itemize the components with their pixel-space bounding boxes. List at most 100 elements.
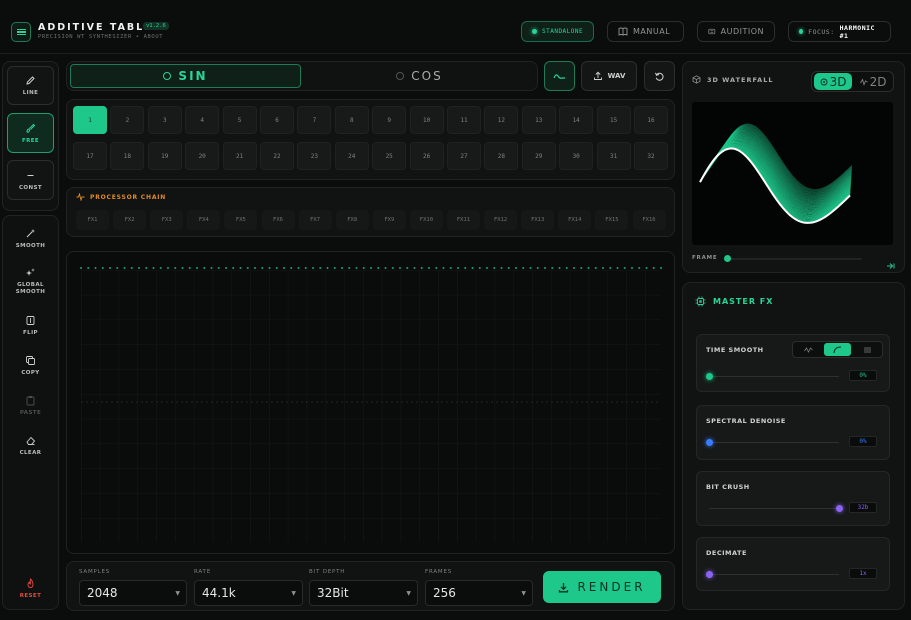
curve-steps-button[interactable] [855, 343, 880, 356]
waveform-editor[interactable] [66, 251, 675, 554]
harmonic-button-18[interactable]: 18 [110, 142, 145, 170]
undo-button[interactable] [644, 61, 675, 91]
export-wav-button[interactable]: WAV [581, 61, 637, 91]
waveform-preview-button[interactable] [544, 61, 575, 91]
wave-point[interactable] [333, 267, 336, 269]
wave-point[interactable] [544, 267, 546, 269]
wave-point[interactable] [587, 267, 590, 269]
wave-point[interactable] [87, 267, 90, 269]
fx-slot[interactable]: FX7 [298, 210, 332, 230]
harmonic-button-13[interactable]: 13 [521, 106, 556, 134]
wave-point[interactable] [536, 267, 539, 269]
wave-point[interactable] [507, 267, 510, 269]
spectral-denoise-handle[interactable] [706, 439, 713, 446]
harmonic-button-19[interactable]: 19 [147, 142, 182, 170]
fx-slot[interactable]: FX10 [409, 210, 443, 230]
wave-point[interactable] [515, 267, 517, 269]
wave-point[interactable] [268, 267, 271, 269]
fx-slot[interactable]: FX1 [76, 210, 109, 230]
fx-slot[interactable]: FX9 [372, 210, 406, 230]
wave-point[interactable] [239, 267, 242, 269]
wave-point[interactable] [254, 267, 256, 269]
wave-point[interactable] [217, 267, 220, 269]
wave-point[interactable] [420, 267, 423, 269]
wave-point[interactable] [290, 267, 293, 269]
wave-point[interactable] [275, 267, 278, 269]
harmonic-button-4[interactable]: 4 [185, 106, 220, 134]
wave-point[interactable] [341, 267, 343, 269]
reset-button[interactable]: RESET [7, 576, 54, 600]
wave-point[interactable] [471, 267, 474, 269]
wave-point[interactable] [123, 267, 126, 269]
decimate-handle[interactable] [706, 571, 713, 578]
wave-point[interactable] [319, 267, 322, 269]
render-button[interactable]: RENDER [543, 571, 661, 603]
view-3d-button[interactable]: 3D [814, 73, 852, 90]
wave-point[interactable] [246, 267, 249, 269]
waterfall-view[interactable] [692, 102, 893, 245]
wave-sin-option[interactable]: SIN [70, 64, 301, 88]
wave-point[interactable] [232, 267, 235, 269]
wave-point[interactable] [399, 267, 401, 269]
wave-point[interactable] [580, 267, 583, 269]
harmonic-button-16[interactable]: 16 [634, 106, 668, 134]
wave-point[interactable] [645, 267, 648, 269]
decimate-slider[interactable] [709, 574, 839, 575]
harmonic-button-24[interactable]: 24 [334, 142, 369, 170]
samples-select[interactable]: 2048 ▼ [79, 580, 187, 606]
wave-point[interactable] [558, 267, 561, 269]
harmonic-button-12[interactable]: 12 [484, 106, 519, 134]
wave-point[interactable] [529, 267, 532, 269]
fx-slot[interactable]: FX14 [558, 210, 592, 230]
wave-point[interactable] [145, 267, 148, 269]
bit-depth-select[interactable]: 32Bit ▼ [309, 580, 418, 606]
wave-point[interactable] [261, 267, 264, 269]
wave-point[interactable] [660, 267, 662, 269]
wave-point[interactable] [616, 267, 619, 269]
curve-smooth-button[interactable] [824, 343, 851, 356]
fx-slot[interactable]: FX3 [150, 210, 184, 230]
harmonic-button-29[interactable]: 29 [521, 142, 556, 170]
view-2d-button[interactable]: 2D [855, 73, 891, 90]
harmonic-button-6[interactable]: 6 [260, 106, 294, 134]
harmonic-button-7[interactable]: 7 [297, 106, 332, 134]
harmonic-button-23[interactable]: 23 [297, 142, 332, 170]
harmonic-button-3[interactable]: 3 [147, 106, 182, 134]
wave-point[interactable] [362, 267, 365, 269]
wave-point[interactable] [109, 267, 111, 269]
wave-point[interactable] [435, 267, 438, 269]
wave-point[interactable] [101, 267, 104, 269]
wave-point[interactable] [283, 267, 285, 269]
standalone-button[interactable]: STANDALONE [521, 21, 595, 42]
harmonic-button-20[interactable]: 20 [185, 142, 220, 170]
harmonic-button-26[interactable]: 26 [409, 142, 444, 170]
fx-slot[interactable]: FX6 [261, 210, 295, 230]
wave-point[interactable] [406, 267, 409, 269]
wave-point[interactable] [638, 267, 641, 269]
wave-point[interactable] [377, 267, 380, 269]
wave-point[interactable] [152, 267, 155, 269]
action-flip[interactable]: FLIP [7, 312, 54, 338]
wave-point[interactable] [478, 267, 481, 269]
app-subtitle[interactable]: PRECISION WT SYNTHESIZER • ABOUT [38, 34, 163, 40]
wave-point[interactable] [94, 267, 97, 269]
waterfall-canvas[interactable] [692, 102, 893, 245]
fx-slot[interactable]: FX5 [224, 210, 258, 230]
wave-point[interactable] [80, 267, 82, 269]
wave-point[interactable] [384, 267, 387, 269]
harmonic-button-8[interactable]: 8 [334, 106, 369, 134]
wave-point[interactable] [326, 267, 329, 269]
tool-const[interactable]: CONST [7, 160, 54, 200]
fx-slot[interactable]: FX4 [187, 210, 221, 230]
fx-slot[interactable]: FX8 [335, 210, 369, 230]
fx-slot[interactable]: FX13 [521, 210, 555, 230]
wave-point[interactable] [486, 267, 488, 269]
wave-point[interactable] [348, 267, 351, 269]
audition-button[interactable]: AUDITION [697, 21, 775, 42]
waveform-canvas[interactable] [67, 252, 674, 553]
wave-point[interactable] [130, 267, 133, 269]
wave-point[interactable] [188, 267, 191, 269]
harmonic-button-5[interactable]: 5 [222, 106, 257, 134]
wave-point[interactable] [391, 267, 394, 269]
wave-point[interactable] [652, 267, 655, 269]
